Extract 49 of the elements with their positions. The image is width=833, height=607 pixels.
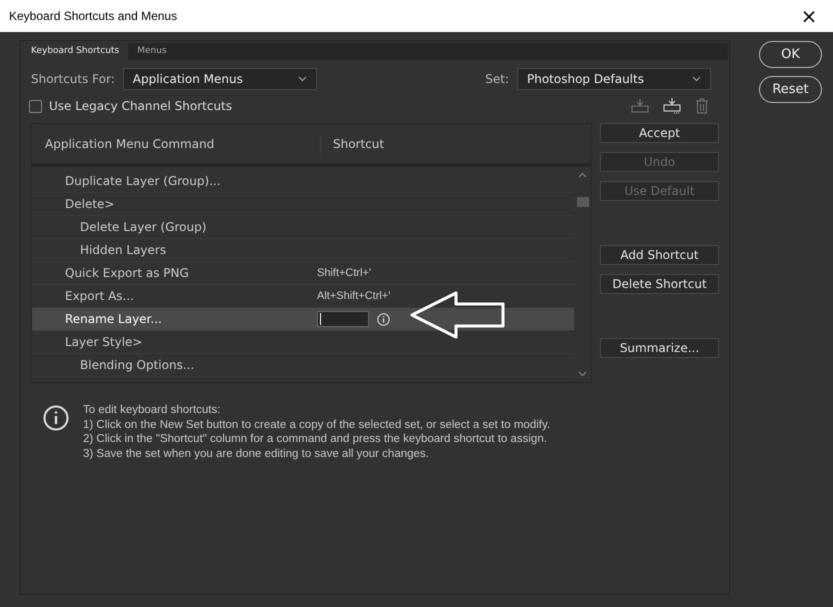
set-label: Set: — [485, 71, 509, 88]
side-button[interactable]: Delete Shortcut — [600, 274, 719, 294]
checkbox-label: Use Legacy Channel Shortcuts — [49, 98, 232, 115]
tab[interactable]: Keyboard Shortcuts — [22, 43, 128, 60]
dialog-button[interactable]: OK — [759, 41, 822, 68]
command-cell-text: Layer Style> — [64, 334, 144, 351]
command-cell-text: Rename Layer... — [64, 311, 163, 328]
command-cell-text: Blending Options... — [79, 357, 196, 374]
shortcut-cell-text: Alt+Shift+Ctrl+' — [317, 288, 390, 304]
shortcuts-for-label: Shortcuts For: — [31, 71, 115, 88]
command-cell-text: Quick Export as PNG — [64, 265, 190, 282]
scroll-thumb[interactable] — [576, 197, 588, 207]
command-cell-text: Duplicate Layer (Group)... — [64, 173, 222, 190]
info-text: To edit keyboard shortcuts: 1) Click on the New Set button to create a copy of the selected set, or select a set to modify. 2) Click in the "Shortcut" column for a command and press the keyboard shortcut to assign. 3) Save the set when you are done editing to save all your changes. — [83, 403, 550, 461]
info-icon — [43, 405, 69, 431]
shortcut-cell-text: Shift+Ctrl+' — [317, 266, 372, 281]
side-button[interactable]: Accept — [600, 123, 719, 143]
shortcuts-for-dropdown[interactable]: Application Menus — [122, 68, 317, 90]
window-title: Keyboard Shortcuts and Menus — [9, 8, 178, 25]
column-header: Shortcut — [320, 135, 384, 155]
table-row[interactable]: Rename Layer... — [32, 308, 574, 331]
table-row[interactable]: Blending Options... — [32, 354, 574, 377]
close-button[interactable]: × — [794, 6, 824, 26]
side-button[interactable]: Summarize... — [600, 338, 719, 358]
table-row[interactable]: Delete> — [32, 193, 574, 216]
shortcut-input[interactable] — [317, 311, 369, 327]
command-cell-text: Hidden Layers — [79, 242, 168, 259]
command-cell-text: Export As... — [64, 288, 135, 305]
table-row[interactable]: Layer Style> — [32, 331, 574, 354]
dialog-button[interactable]: Reset — [759, 76, 822, 103]
trash-icon[interactable] — [695, 98, 709, 114]
command-cell-text: Delete Layer (Group) — [79, 219, 208, 236]
chevron-down-icon — [692, 76, 701, 82]
save-set-icon[interactable] — [631, 98, 649, 114]
tab[interactable]: Menus — [128, 43, 176, 60]
table-row[interactable]: Duplicate Layer (Group)... — [32, 170, 574, 193]
chevron-down-icon — [298, 76, 307, 82]
table-row[interactable]: Delete Layer (Group) — [32, 216, 574, 239]
scroll-down-icon[interactable] — [578, 371, 587, 377]
table-row[interactable]: Hidden Layers — [32, 239, 574, 262]
scroll-up-icon[interactable] — [578, 172, 587, 178]
set-dropdown[interactable]: Photoshop Defaults — [517, 68, 711, 90]
info-icon — [377, 312, 390, 326]
command-cell-text: Delete> — [64, 196, 116, 213]
side-button[interactable]: Add Shortcut — [600, 245, 719, 265]
new-set-icon[interactable] — [663, 97, 681, 115]
legacy-checkbox[interactable] — [29, 100, 42, 112]
table-row[interactable]: Quick Export as PNG Shift+Ctrl+' — [32, 262, 574, 285]
column-header: Application Menu Command — [44, 136, 216, 153]
